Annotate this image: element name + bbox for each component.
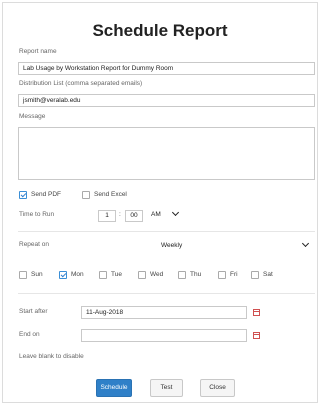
send-excel-checkbox[interactable]: [82, 191, 90, 199]
time-minute-input[interactable]: 00: [125, 210, 143, 222]
send-pdf-label: Send PDF: [31, 191, 61, 198]
ampm-chevron-down-icon[interactable]: [171, 208, 180, 217]
end-calendar-icon[interactable]: [253, 332, 260, 339]
time-separator: :: [119, 211, 121, 218]
day-sat-label: Sat: [263, 271, 273, 278]
day-fri-label: Fri: [230, 271, 238, 278]
report-name-input[interactable]: Lab Usage by Workstation Report for Dumm…: [18, 62, 315, 75]
day-thu-checkbox[interactable]: [178, 271, 186, 279]
divider: [18, 293, 315, 294]
day-fri-checkbox[interactable]: [218, 271, 226, 279]
day-sun-label: Sun: [31, 271, 43, 278]
distribution-list-label: Distribution List (comma separated email…: [19, 80, 143, 87]
day-sun-checkbox[interactable]: [19, 271, 27, 279]
end-on-input[interactable]: [81, 329, 247, 342]
report-name-label: Report name: [19, 48, 57, 55]
test-button[interactable]: Test: [150, 379, 183, 397]
day-wed-label: Wed: [150, 271, 164, 278]
send-excel-label: Send Excel: [94, 191, 127, 198]
repeat-chevron-down-icon[interactable]: [301, 239, 310, 248]
end-on-label: End on: [19, 331, 40, 338]
time-to-run-label: Time to Run: [19, 211, 55, 218]
day-mon-checkbox[interactable]: [59, 271, 67, 279]
repeat-on-label: Repeat on: [19, 241, 49, 248]
day-tue-label: Tue: [111, 271, 122, 278]
repeat-select[interactable]: Weekly: [161, 242, 182, 249]
dialog-title: Schedule Report: [92, 21, 228, 40]
day-mon-label: Mon: [71, 271, 84, 278]
start-after-input[interactable]: 11-Aug-2018: [81, 306, 247, 319]
schedule-button[interactable]: Schedule: [96, 379, 132, 397]
ampm-value: AM: [151, 211, 161, 218]
divider: [18, 231, 315, 232]
distribution-list-input[interactable]: jsmith@veralab.edu: [18, 94, 315, 107]
day-sat-checkbox[interactable]: [251, 271, 259, 279]
day-wed-checkbox[interactable]: [138, 271, 146, 279]
message-label: Message: [19, 113, 46, 120]
time-hour-input[interactable]: 1: [98, 210, 116, 222]
close-button[interactable]: Close: [200, 379, 235, 397]
day-tue-checkbox[interactable]: [99, 271, 107, 279]
time-ampm-select[interactable]: AM: [151, 211, 161, 218]
send-pdf-checkbox[interactable]: [19, 191, 27, 199]
start-calendar-icon[interactable]: [253, 309, 260, 316]
day-thu-label: Thu: [190, 271, 202, 278]
message-textarea[interactable]: [18, 127, 315, 180]
start-after-label: Start after: [19, 308, 48, 315]
schedule-report-dialog: Schedule Report Report name Lab Usage by…: [2, 2, 318, 403]
leave-blank-hint: Leave blank to disable: [19, 353, 84, 360]
repeat-value: Weekly: [161, 242, 183, 249]
